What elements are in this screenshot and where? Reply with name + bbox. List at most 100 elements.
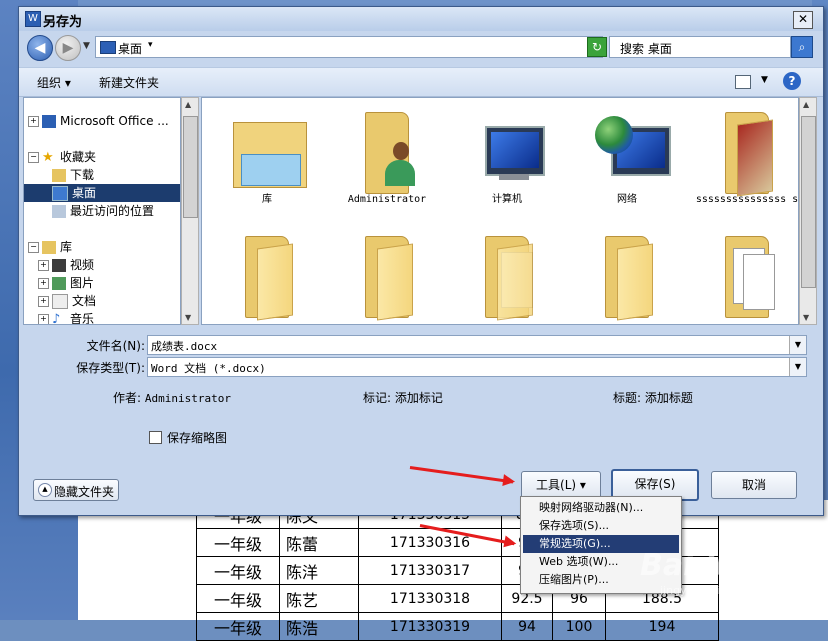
filename-field[interactable]: 成绩表.docx ▼ [147,335,807,355]
history-dropdown-icon[interactable]: ▼ [83,41,90,51]
table-cell: 171330319 [358,612,502,641]
table-row: 一年级 陈浩 171330319 94 100 194 [196,612,719,641]
sidebar-item-desktop[interactable]: 桌面 [24,184,180,202]
collapse-icon[interactable]: − [28,242,39,253]
file-item-label: 网络 [617,194,637,205]
library-icon [42,241,56,254]
table-cell: 171330316 [358,528,502,557]
help-button[interactable]: ? [783,72,801,90]
back-button[interactable]: ◀ [27,35,53,61]
save-thumbnail-label[interactable]: 保存缩略图 [167,429,227,446]
search-icon[interactable]: ⌕ [791,36,813,58]
filetype-value[interactable]: Word 文档 (*.docx) [151,360,266,376]
tools-button[interactable]: 工具(L) ▾ [521,471,601,499]
table-cell: 194 [605,612,719,641]
title-value[interactable]: 添加标题 [645,391,693,405]
chevron-down-icon[interactable]: ▾ [148,40,153,50]
filename-label: 文件名(N): [86,339,145,353]
sidebar-item-favorites[interactable]: − ★ 收藏夹 [28,148,96,166]
scroll-down-icon[interactable]: ▼ [803,313,809,322]
search-input[interactable]: 搜索 桌面 [609,36,791,58]
document-preview [743,254,775,310]
star-icon: ★ [42,150,54,165]
expand-icon[interactable]: + [38,314,49,324]
refresh-button[interactable]: ↻ [587,37,607,57]
file-list-scrollbar[interactable]: ▲ ▼ [799,97,817,325]
file-item-administrator[interactable]: Administrator [332,108,442,206]
sidebar-item-office[interactable]: + Microsoft Office ... [28,112,169,130]
expand-icon[interactable]: + [38,296,49,307]
file-item-label: Administrator [347,194,427,205]
folder-front [497,243,533,321]
scrollbar-thumb[interactable] [801,116,816,288]
view-icon[interactable] [735,75,751,89]
menu-item-save-options[interactable]: 保存选项(S)... [523,517,679,535]
file-item-label: sssssssssssssss s [695,194,799,205]
address-bar[interactable]: 桌面 ▾ ▼ [95,36,603,58]
author-value[interactable]: Administrator [145,392,231,405]
file-item-folder[interactable] [212,232,322,321]
file-item-folder[interactable] [572,232,682,321]
sidebar-item-music[interactable]: + ♪ 音乐 [38,310,94,324]
file-item-folder[interactable] [452,232,562,321]
table-cell: 陈蕾 [279,528,359,557]
sidebar-item-label: 视频 [70,258,95,272]
filetype-select[interactable]: Word 文档 (*.docx) ▼ [147,357,807,377]
collapse-icon[interactable]: − [28,152,39,163]
sidebar-item-libraries[interactable]: − 库 [28,238,72,256]
table-cell: 陈浩 [279,612,359,641]
chevron-down-icon[interactable]: ▼ [789,336,806,354]
save-thumbnail-checkbox[interactable] [149,431,162,444]
sidebar-item-downloads[interactable]: 下载 [52,166,94,184]
filename-value[interactable]: 成绩表.docx [151,338,217,354]
scroll-down-icon[interactable]: ▼ [185,313,191,322]
computer-icon [485,126,545,176]
sidebar-item-pictures[interactable]: + 图片 [38,274,94,292]
scrollbar-thumb[interactable] [183,116,198,218]
scroll-up-icon[interactable]: ▲ [803,100,809,109]
cancel-button[interactable]: 取消 [711,471,797,499]
sidebar-item-documents[interactable]: + 文档 [38,292,96,310]
file-item-network[interactable]: 网络 [572,108,682,206]
view-dropdown-icon[interactable]: ▼ [761,75,768,85]
nav-scrollbar[interactable]: ▲ ▼ [181,97,199,325]
hide-folders-button[interactable]: ▲ 隐藏文件夹 [33,479,119,501]
file-item-folder[interactable]: sssssssssssssss s [692,108,799,206]
file-item-library[interactable]: 库 [212,108,322,206]
user-icon [385,142,415,186]
folder-preview [737,119,773,197]
word-doc-icon: W [25,11,41,27]
file-item-folder[interactable] [332,232,442,321]
expand-icon[interactable]: + [38,260,49,271]
expand-icon[interactable]: + [28,116,39,127]
sidebar-item-videos[interactable]: + 视频 [38,256,94,274]
sidebar-item-label: 最近访问的位置 [70,204,155,218]
file-item-folder[interactable] [692,232,798,318]
new-folder-button[interactable]: 新建文件夹 [99,74,159,91]
desktop-icon [100,41,116,54]
file-item-computer[interactable]: 计算机 [452,108,562,206]
sidebar-item-recent[interactable]: 最近访问的位置 [52,202,154,220]
organize-button[interactable]: 组织 ▾ [37,74,71,91]
table-cell: 一年级 [196,556,280,585]
forward-button[interactable]: ▶ [55,35,81,61]
file-list: 库 Administrator 计算机 网络 sssssssssssssss s [201,97,799,325]
sidebar-item-label: 桌面 [72,186,97,200]
file-item-label: 计算机 [492,194,522,205]
pictures-icon [52,277,66,290]
sidebar-item-label: 图片 [70,276,95,290]
title-bar[interactable]: W 另存为 ✕ [19,7,823,31]
table-cell: 100 [552,612,606,641]
downloads-icon [52,169,66,182]
expand-icon[interactable]: + [38,278,49,289]
scroll-up-icon[interactable]: ▲ [185,100,191,109]
menu-item-map-drive[interactable]: 映射网络驱动器(N)... [523,499,679,517]
close-button[interactable]: ✕ [793,11,813,29]
author-meta: 作者: Administrator [113,389,231,406]
address-location[interactable]: 桌面 [118,40,142,57]
tags-value[interactable]: 添加标记 [395,391,443,405]
sidebar-item-label: 文档 [72,294,97,308]
word-icon [42,115,56,128]
chevron-down-icon[interactable]: ▼ [789,358,806,376]
folder-front [377,243,413,321]
